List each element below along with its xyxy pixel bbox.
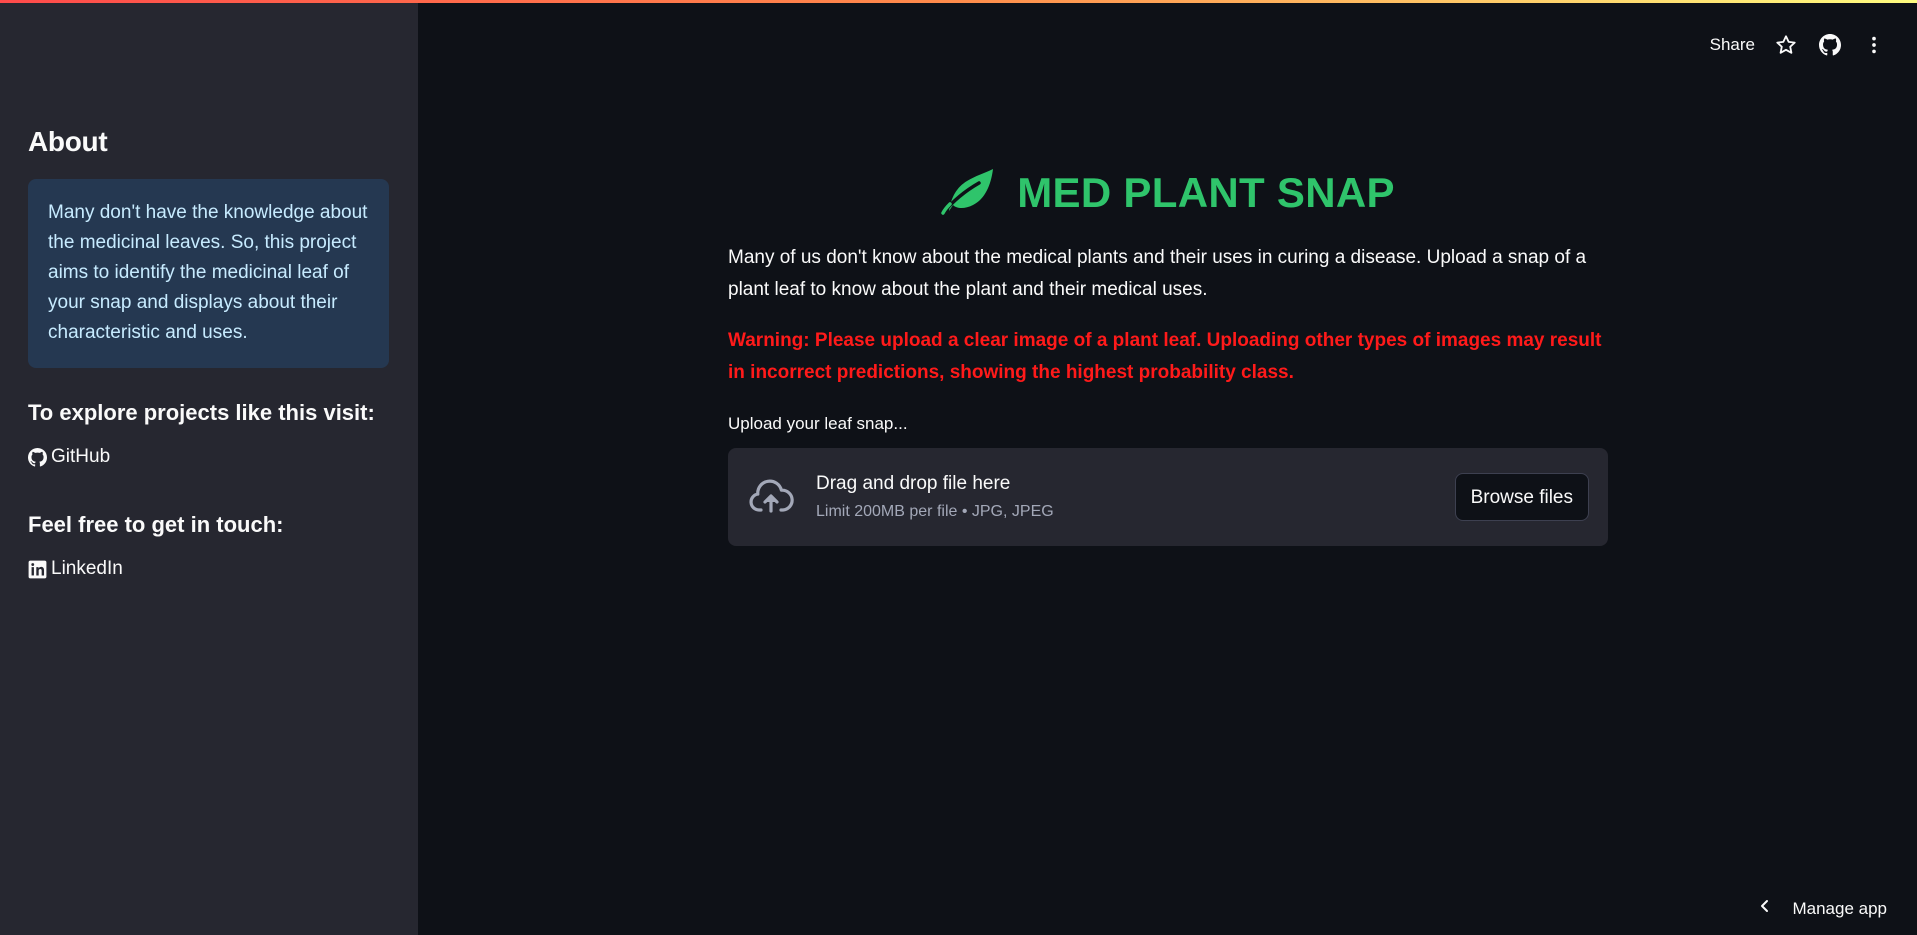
more-vertical-icon[interactable]	[1861, 32, 1887, 58]
linkedin-icon	[28, 560, 47, 579]
browse-files-button[interactable]: Browse files	[1454, 473, 1589, 521]
about-heading: About	[28, 126, 108, 157]
chevron-left-icon	[1758, 898, 1772, 919]
star-icon[interactable]	[1773, 32, 1799, 58]
github-link-label: GitHub	[51, 446, 111, 467]
cloud-upload-icon	[747, 473, 795, 521]
dropzone-title: Drag and drop file here	[816, 473, 1011, 494]
leaf-icon	[941, 167, 995, 220]
header-toolbar: Share	[1710, 30, 1887, 60]
manage-app-button[interactable]: Manage app	[1758, 898, 1887, 919]
sidebar: About Many don't have the knowledge abou…	[0, 0, 418, 935]
page-title: MED PLANT SNAP	[1017, 169, 1395, 216]
linkedin-link-label: LinkedIn	[51, 558, 123, 579]
about-info-box: Many don't have the knowledge about the …	[28, 179, 389, 368]
description-text: Many of us don't know about the medical …	[728, 247, 1587, 300]
upload-label: Upload your leaf snap...	[728, 414, 908, 433]
top-decoration-bar	[0, 0, 1917, 3]
title-row: MED PLANT SNAP	[728, 165, 1608, 221]
github-link[interactable]: GitHub	[28, 442, 389, 472]
github-icon[interactable]	[1817, 32, 1843, 58]
github-icon	[28, 447, 47, 467]
dropzone-limit: Limit 200MB per file • JPG, JPEG	[816, 503, 1054, 520]
dropzone-text: Drag and drop file here Limit 200MB per …	[816, 471, 1455, 523]
share-button[interactable]: Share	[1710, 35, 1755, 55]
file-dropzone[interactable]: Drag and drop file here Limit 200MB per …	[728, 448, 1608, 546]
contact-heading: Feel free to get in touch:	[28, 512, 284, 537]
explore-heading: To explore projects like this visit:	[28, 400, 375, 425]
about-text: Many don't have the knowledge about the …	[48, 202, 368, 343]
warning-text: Warning: Please upload a clear image of …	[728, 330, 1602, 383]
manage-app-label: Manage app	[1792, 898, 1887, 918]
main-content: MED PLANT SNAP Many of us don't know abo…	[728, 0, 1608, 546]
linkedin-link[interactable]: LinkedIn	[28, 554, 389, 584]
